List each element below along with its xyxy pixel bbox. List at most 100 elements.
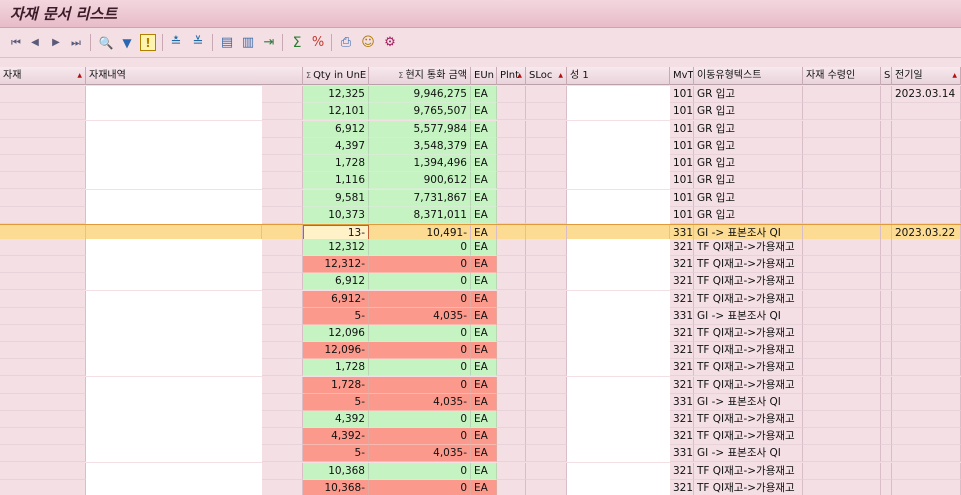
cell-eun[interactable]: EA xyxy=(471,411,497,428)
cell-s[interactable] xyxy=(881,307,892,325)
cell-name1[interactable] xyxy=(567,290,670,308)
cell-amt[interactable]: 9,946,275 xyxy=(369,86,471,103)
find-icon[interactable]: 🔍 xyxy=(97,34,115,51)
table-row[interactable]: 9,581 7,731,867 EA 101 GR 입고 xyxy=(0,189,961,207)
cell-sloc[interactable] xyxy=(526,342,567,360)
cell-gap[interactable] xyxy=(262,307,303,325)
last-page-icon[interactable]: ⏭ xyxy=(69,34,83,51)
cell-name1[interactable] xyxy=(567,137,670,155)
column-header-post[interactable]: 전기일 ▲ xyxy=(892,67,961,85)
cell-qty[interactable]: 5- xyxy=(303,307,369,325)
cell-recv[interactable] xyxy=(803,411,881,428)
cell-mat[interactable] xyxy=(0,206,86,224)
cell-name1[interactable] xyxy=(567,206,670,224)
cell-mvt[interactable]: 321 xyxy=(670,342,694,360)
cell-mvtext[interactable]: GR 입고 xyxy=(694,155,803,172)
cell-recv[interactable] xyxy=(803,393,881,411)
cell-amt[interactable]: 4,035- xyxy=(369,445,471,463)
cell-desc[interactable] xyxy=(86,445,262,463)
cell-gap[interactable] xyxy=(262,273,303,291)
cell-qty[interactable]: 9,581 xyxy=(303,189,369,207)
cell-sloc[interactable] xyxy=(526,393,567,411)
cell-mvt[interactable]: 101 xyxy=(670,155,694,172)
cell-amt[interactable]: 0 xyxy=(369,359,471,377)
cell-mvtext[interactable]: TF QI재고->가용재고 xyxy=(694,325,803,342)
table-row[interactable]: 5- 4,035- EA 331 GI -> 표본조사 QI xyxy=(0,307,961,325)
cell-name1[interactable] xyxy=(567,479,670,495)
cell-s[interactable] xyxy=(881,445,892,463)
cell-eun[interactable]: EA xyxy=(471,428,497,446)
cell-qty[interactable]: 4,392 xyxy=(303,411,369,428)
cell-recv[interactable] xyxy=(803,290,881,308)
cell-desc[interactable] xyxy=(86,155,262,172)
first-page-icon[interactable]: ⏮ xyxy=(9,34,23,51)
cell-qty[interactable]: 1,728 xyxy=(303,155,369,172)
cell-name1[interactable] xyxy=(567,239,670,256)
cell-eun[interactable]: EA xyxy=(471,256,497,274)
cell-plnt[interactable] xyxy=(497,479,526,495)
cell-s[interactable] xyxy=(881,325,892,342)
table-row[interactable]: 5- 4,035- EA 331 GI -> 표본조사 QI xyxy=(0,445,961,463)
cell-eun[interactable]: EA xyxy=(471,239,497,256)
cell-gap[interactable] xyxy=(262,342,303,360)
cell-mat[interactable] xyxy=(0,342,86,360)
column-header-s[interactable]: S xyxy=(881,67,892,85)
cell-mvtext[interactable]: GR 입고 xyxy=(694,206,803,224)
cell-sloc[interactable] xyxy=(526,86,567,103)
cell-mvtext[interactable]: GI -> 표본조사 QI xyxy=(694,445,803,463)
cell-mvtext[interactable]: TF QI재고->가용재고 xyxy=(694,376,803,394)
column-header-mat[interactable]: 자재 ▲ xyxy=(0,67,86,85)
cell-eun[interactable]: EA xyxy=(471,86,497,103)
cell-gap[interactable] xyxy=(262,376,303,394)
cell-s[interactable] xyxy=(881,462,892,480)
cell-mvtext[interactable]: GR 입고 xyxy=(694,137,803,155)
table-row[interactable]: 12,312- 0 EA 321 TF QI재고->가용재고 xyxy=(0,256,961,274)
previous-page-icon[interactable]: ◀ xyxy=(29,34,41,51)
cell-plnt[interactable] xyxy=(497,359,526,377)
cell-qty[interactable]: 1,728 xyxy=(303,359,369,377)
column-header-qty[interactable]: Σ Qty in UnE xyxy=(303,67,369,85)
cell-recv[interactable] xyxy=(803,155,881,172)
cell-desc[interactable] xyxy=(86,239,262,256)
table-row[interactable]: 10,368 0 EA 321 TF QI재고->가용재고 xyxy=(0,462,961,480)
cell-eun[interactable]: EA xyxy=(471,342,497,360)
cell-eun[interactable]: EA xyxy=(471,103,497,121)
cell-mvtext[interactable]: GR 입고 xyxy=(694,86,803,103)
cell-post[interactable] xyxy=(892,462,961,480)
cell-eun[interactable]: EA xyxy=(471,172,497,190)
cell-mvt[interactable]: 321 xyxy=(670,256,694,274)
table-row[interactable]: 1,728 1,394,496 EA 101 GR 입고 xyxy=(0,155,961,172)
cell-recv[interactable] xyxy=(803,376,881,394)
cell-gap[interactable] xyxy=(262,189,303,207)
cell-qty[interactable]: 6,912 xyxy=(303,273,369,291)
cell-s[interactable] xyxy=(881,428,892,446)
cell-plnt[interactable] xyxy=(497,273,526,291)
cell-sloc[interactable] xyxy=(526,137,567,155)
cell-gap[interactable] xyxy=(262,462,303,480)
column-header-amt[interactable]: Σ 현지 통화 금액 xyxy=(369,67,471,85)
cell-mat[interactable] xyxy=(0,428,86,446)
cell-post[interactable] xyxy=(892,172,961,190)
cell-mat[interactable] xyxy=(0,376,86,394)
cell-desc[interactable] xyxy=(86,290,262,308)
cell-name1[interactable] xyxy=(567,103,670,121)
cell-s[interactable] xyxy=(881,376,892,394)
cell-gap[interactable] xyxy=(262,411,303,428)
cell-plnt[interactable] xyxy=(497,307,526,325)
cell-desc[interactable] xyxy=(86,206,262,224)
cell-s[interactable] xyxy=(881,411,892,428)
cell-mvtext[interactable]: TF QI재고->가용재고 xyxy=(694,290,803,308)
cell-mvt[interactable]: 321 xyxy=(670,376,694,394)
table-row[interactable]: 12,312 0 EA 321 TF QI재고->가용재고 xyxy=(0,239,961,256)
cell-mvtext[interactable]: TF QI재고->가용재고 xyxy=(694,342,803,360)
cell-gap[interactable] xyxy=(262,290,303,308)
cell-desc[interactable] xyxy=(86,411,262,428)
cell-name1[interactable] xyxy=(567,189,670,207)
cell-mvt[interactable]: 321 xyxy=(670,325,694,342)
cell-mat[interactable] xyxy=(0,120,86,138)
cell-mat[interactable] xyxy=(0,189,86,207)
cell-recv[interactable] xyxy=(803,428,881,446)
cell-eun[interactable]: EA xyxy=(471,155,497,172)
cell-mvtext[interactable]: TF QI재고->가용재고 xyxy=(694,428,803,446)
cell-gap[interactable] xyxy=(262,206,303,224)
